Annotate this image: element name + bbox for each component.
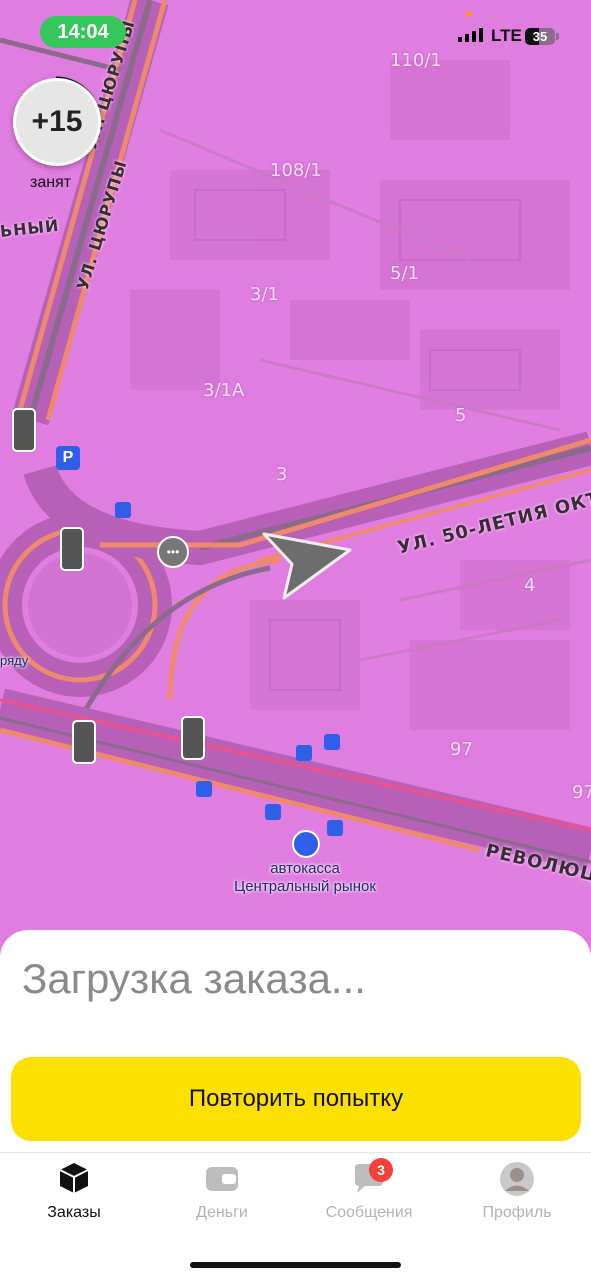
house-number: 4: [524, 575, 536, 596]
house-number: 3/1: [250, 284, 279, 305]
order-loading-text: Загрузка заказа...: [22, 955, 366, 1002]
tab-money[interactable]: Деньги: [152, 1160, 292, 1222]
bus-stop-icon: [115, 502, 131, 518]
traffic-light-icon: [12, 408, 36, 452]
signal-icon: [458, 28, 483, 42]
battery-icon: 35: [525, 28, 555, 45]
bus-stop-icon: [324, 734, 340, 750]
house-number: 97: [450, 739, 473, 760]
house-number: 5/1: [390, 263, 419, 284]
status-time: 14:04: [40, 16, 126, 48]
poi-label-line2: Центральный рынок: [234, 878, 376, 895]
tab-label: Профиль: [482, 1204, 552, 1221]
tab-profile[interactable]: Профиль: [447, 1160, 587, 1222]
battery-level: 35: [532, 29, 548, 44]
tab-label: Деньги: [196, 1204, 248, 1221]
house-number: 97: [572, 782, 591, 803]
tab-orders[interactable]: Заказы: [4, 1160, 144, 1222]
bus-stop-icon: [265, 804, 281, 820]
avatar-icon: [497, 1160, 537, 1196]
privacy-indicator: [466, 11, 472, 17]
traffic-light-icon: [60, 527, 84, 571]
parking-icon: P: [56, 446, 80, 470]
house-number: 110/1: [390, 50, 442, 71]
chat-icon: 3: [349, 1158, 393, 1196]
unread-badge: 3: [369, 1158, 393, 1182]
bus-stop-icon: [196, 781, 212, 797]
poi-label: автокасса Центральный рынок: [212, 860, 398, 896]
bus-stop-icon: [296, 745, 312, 761]
driver-status: занят: [30, 174, 72, 191]
house-number: 108/1: [270, 160, 322, 181]
map-label: ряду: [0, 653, 29, 668]
house-number: 3: [276, 464, 288, 485]
wallet-icon: [202, 1160, 242, 1196]
tab-label: Сообщения: [325, 1204, 413, 1221]
battery-cap: [556, 33, 559, 40]
tabbar-divider: [0, 1152, 591, 1153]
home-indicator: [190, 1262, 401, 1268]
retry-button[interactable]: Повторить попытку: [11, 1057, 581, 1141]
tab-label: Заказы: [47, 1204, 101, 1221]
network-label: LTE: [491, 26, 522, 45]
traffic-light-icon: [181, 716, 205, 760]
navigation-arrow-icon: [262, 532, 352, 600]
poi-label-line1: автокасса: [270, 860, 340, 877]
house-number: 5: [455, 405, 467, 426]
speech-bubble-icon: •••: [157, 536, 189, 568]
traffic-light-icon: [72, 720, 96, 764]
driver-score-button[interactable]: +15: [13, 78, 101, 166]
bus-station-icon: [292, 830, 320, 858]
tab-messages[interactable]: 3 Сообщения: [299, 1158, 439, 1222]
bus-stop-icon: [327, 820, 343, 836]
box-icon: [54, 1160, 94, 1196]
house-number: 3/1А: [203, 380, 245, 401]
